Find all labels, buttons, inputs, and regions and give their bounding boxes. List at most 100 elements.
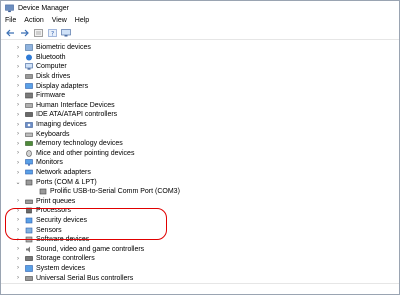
chevron-right-icon[interactable]: › xyxy=(15,256,21,262)
tree-item-storage-controllers[interactable]: › Storage controllers xyxy=(1,254,399,264)
tree-item-mice-and-other-pointing-devices[interactable]: › Mice and other pointing devices xyxy=(1,149,399,159)
memory-icon xyxy=(25,141,33,147)
chevron-right-icon[interactable]: › xyxy=(15,93,21,99)
ide-controller-icon xyxy=(25,112,33,118)
tree-item-label: Sound, video and game controllers xyxy=(36,245,145,253)
chevron-right-icon[interactable]: › xyxy=(15,122,21,128)
chevron-right-icon[interactable]: › xyxy=(15,170,21,176)
monitor-icon xyxy=(25,159,33,167)
scan-hardware-icon xyxy=(61,28,71,36)
usb-icon xyxy=(25,275,33,281)
chevron-right-icon[interactable]: › xyxy=(15,131,21,137)
chevron-down-icon[interactable]: ⌄ xyxy=(15,179,21,186)
tree-item-biometric-devices[interactable]: › Biometric devices xyxy=(1,43,399,53)
tree-item-processors[interactable]: › Processors xyxy=(1,206,399,216)
chevron-right-icon[interactable]: › xyxy=(15,198,21,204)
tree-item-memory-technology-devices[interactable]: › Memory technology devices xyxy=(1,139,399,149)
tree-item-label: Software devices xyxy=(36,236,90,244)
chevron-right-icon[interactable]: › xyxy=(15,246,21,252)
tree-item-ports-com-lpt[interactable]: ⌄ Ports (COM & LPT) xyxy=(1,177,399,187)
tree-item-prolific-usb-to-serial-comm-port[interactable]: Prolific USB-to-Serial Comm Port (COM3) xyxy=(1,187,399,197)
tree-item-security-devices[interactable]: › Security devices xyxy=(1,216,399,226)
network-adapter-icon xyxy=(25,169,33,175)
port-icon xyxy=(25,179,33,185)
chevron-right-icon[interactable]: › xyxy=(15,208,21,214)
tree-item-human-interface-devices[interactable]: › Human Interface Devices xyxy=(1,101,399,111)
chevron-right-icon[interactable]: › xyxy=(15,112,21,118)
tree-item-label: Monitors xyxy=(36,159,63,167)
chevron-right-icon[interactable]: › xyxy=(15,217,21,223)
security-device-icon xyxy=(25,217,33,224)
software-device-icon xyxy=(25,236,33,243)
chevron-right-icon[interactable]: › xyxy=(15,160,21,166)
tree-item-label: Print queues xyxy=(36,197,76,205)
device-manager-window: Device Manager File Action View Help ? ›… xyxy=(0,0,400,295)
chevron-right-icon[interactable]: › xyxy=(15,54,21,60)
tree-item-label: Mice and other pointing devices xyxy=(36,149,135,157)
sensor-icon xyxy=(25,227,33,233)
chevron-right-icon[interactable]: › xyxy=(15,102,21,108)
title-bar: Device Manager xyxy=(1,1,399,15)
tree-item-network-adapters[interactable]: › Network adapters xyxy=(1,168,399,178)
bluetooth-icon xyxy=(26,54,32,61)
serial-port-icon xyxy=(39,188,47,195)
back-arrow-icon xyxy=(5,29,14,36)
menu-bar: File Action View Help xyxy=(1,15,399,26)
tree-item-label: Human Interface Devices xyxy=(36,101,115,109)
tree-item-label: Universal Serial Bus controllers xyxy=(36,274,134,282)
menu-action[interactable]: Action xyxy=(24,17,43,24)
toolbar: ? xyxy=(1,26,399,40)
menu-view[interactable]: View xyxy=(52,17,67,24)
scan-hardware-button[interactable] xyxy=(61,28,71,37)
chevron-right-icon[interactable]: › xyxy=(15,45,21,51)
back-button[interactable] xyxy=(5,28,15,37)
biometric-icon xyxy=(25,44,33,52)
camera-icon xyxy=(25,122,33,128)
device-tree: › Biometric devices › Bluetooth › Comput… xyxy=(1,40,399,283)
chevron-right-icon[interactable]: › xyxy=(15,64,21,70)
speaker-icon xyxy=(26,246,30,253)
chevron-right-icon[interactable]: › xyxy=(15,83,21,89)
tree-item-label: Computer xyxy=(36,63,67,71)
tree-item-label: Storage controllers xyxy=(36,255,95,263)
tree-item-bluetooth[interactable]: › Bluetooth xyxy=(1,53,399,63)
svg-text:?: ? xyxy=(51,30,54,37)
forward-arrow-icon xyxy=(20,29,29,36)
tree-item-display-adapters[interactable]: › Display adapters xyxy=(1,81,399,91)
chevron-right-icon[interactable]: › xyxy=(15,74,21,80)
tree-item-label: Sensors xyxy=(36,226,62,234)
chevron-right-icon[interactable]: › xyxy=(15,141,21,147)
chevron-right-icon[interactable]: › xyxy=(15,227,21,233)
tree-item-imaging-devices[interactable]: › Imaging devices xyxy=(1,120,399,130)
processor-icon xyxy=(26,208,32,214)
tree-item-label: Bluetooth xyxy=(36,53,66,61)
tree-item-computer[interactable]: › Computer xyxy=(1,62,399,72)
tree-item-sound-video-and-game-controllers[interactable]: › Sound, video and game controllers xyxy=(1,244,399,254)
tree-item-system-devices[interactable]: › System devices xyxy=(1,264,399,274)
chevron-right-icon[interactable]: › xyxy=(15,150,21,156)
display-adapter-icon xyxy=(25,82,33,89)
tree-item-monitors[interactable]: › Monitors xyxy=(1,158,399,168)
disk-drive-icon xyxy=(25,74,33,79)
tree-item-disk-drives[interactable]: › Disk drives xyxy=(1,72,399,82)
tree-item-ide-ata-atapi-controllers[interactable]: › IDE ATA/ATAPI controllers xyxy=(1,110,399,120)
tree-item-label: Memory technology devices xyxy=(36,140,123,148)
menu-help[interactable]: Help xyxy=(75,17,89,24)
tree-item-print-queues[interactable]: › Print queues xyxy=(1,197,399,207)
help-icon: ? xyxy=(47,28,57,37)
chevron-right-icon[interactable]: › xyxy=(15,265,21,271)
tree-item-firmware[interactable]: › Firmware xyxy=(1,91,399,101)
chevron-right-icon[interactable]: › xyxy=(15,237,21,243)
chevron-right-icon[interactable]: › xyxy=(15,275,21,281)
tree-item-software-devices[interactable]: › Software devices xyxy=(1,235,399,245)
tree-item-sensors[interactable]: › Sensors xyxy=(1,225,399,235)
properties-button[interactable] xyxy=(33,28,43,37)
forward-button[interactable] xyxy=(19,28,29,37)
tree-item-label: Network adapters xyxy=(36,169,91,177)
hid-icon xyxy=(25,103,33,108)
menu-file[interactable]: File xyxy=(5,17,16,24)
tree-item-keyboards[interactable]: › Keyboards xyxy=(1,129,399,139)
tree-item-universal-serial-bus-controllers[interactable]: › Universal Serial Bus controllers xyxy=(1,273,399,283)
help-button[interactable]: ? xyxy=(47,28,57,37)
tree-item-label: Biometric devices xyxy=(36,44,91,52)
